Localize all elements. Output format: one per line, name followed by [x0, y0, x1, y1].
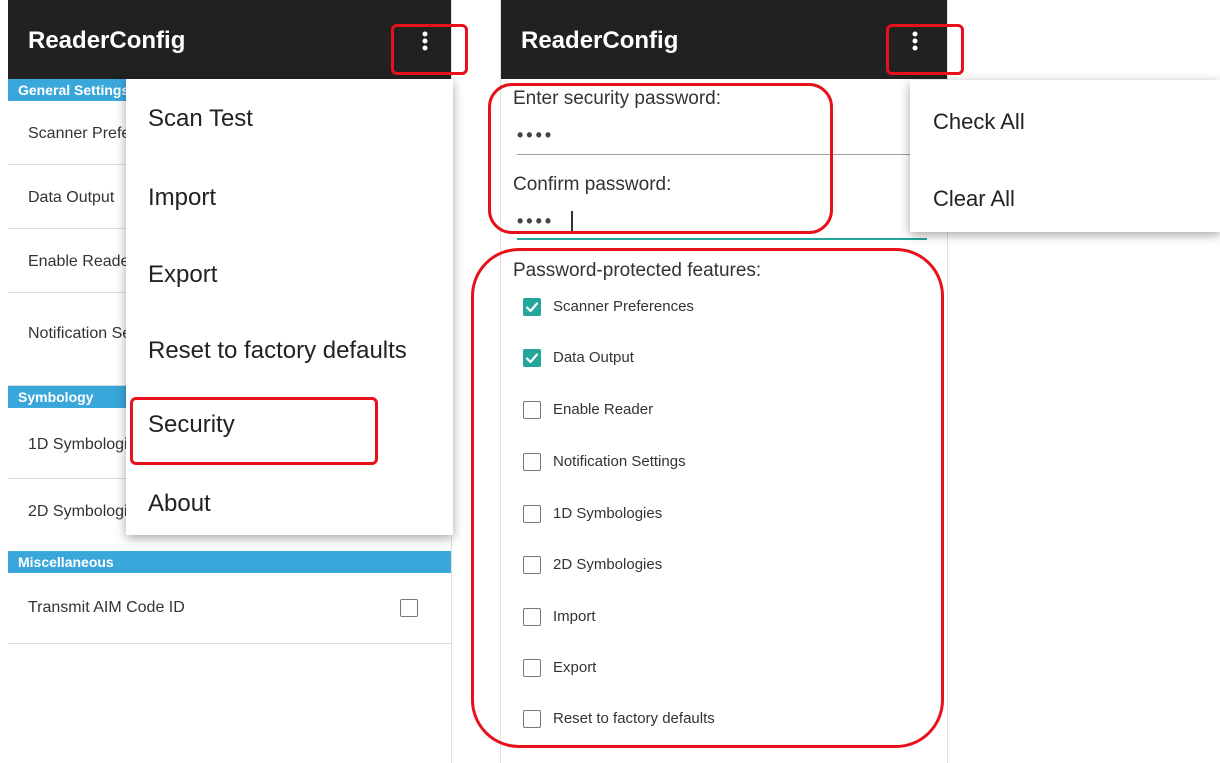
menu-item-security[interactable]: Security: [148, 411, 235, 439]
menu-item-clear-all[interactable]: Clear All: [933, 186, 1015, 212]
check-menu: Check All Clear All: [910, 80, 1220, 232]
row-label: Enable Reader: [28, 253, 135, 270]
password-underline: [517, 154, 927, 155]
menu-item-reset-factory-defaults[interactable]: Reset to factory defaults: [148, 337, 407, 365]
checkbox-unchecked-icon[interactable]: [523, 505, 541, 523]
text-caret: [571, 211, 573, 233]
section-miscellaneous: Miscellaneous: [8, 551, 451, 573]
menu-item-scan-test[interactable]: Scan Test: [148, 105, 253, 133]
checkbox-unchecked-icon[interactable]: [523, 453, 541, 471]
more-vert-icon: [912, 31, 918, 51]
confirm-password-input[interactable]: ••••: [517, 211, 554, 232]
checkbox-unchecked-icon[interactable]: [523, 401, 541, 419]
checkbox-unchecked-icon[interactable]: [523, 659, 541, 677]
security-screen: ReaderConfig Enter security password: ••…: [500, 0, 948, 763]
overflow-menu-button[interactable]: [898, 24, 932, 58]
confirm-password-label: Confirm password:: [513, 174, 672, 195]
feature-label: Data Output: [553, 349, 634, 366]
feature-label: Export: [553, 659, 597, 676]
row-label: Transmit AIM Code ID: [28, 599, 185, 616]
more-vert-icon: [422, 31, 428, 51]
feature-label: Import: [553, 608, 596, 625]
app-title: ReaderConfig: [521, 27, 679, 54]
password-label: Enter security password:: [513, 88, 722, 109]
checkbox-unchecked-icon[interactable]: [523, 710, 541, 728]
feature-label: Reset to factory defaults: [553, 710, 715, 727]
password-input[interactable]: ••••: [517, 125, 554, 146]
overflow-menu-button[interactable]: [408, 24, 442, 58]
menu-item-about[interactable]: About: [148, 490, 211, 518]
feature-label: 1D Symbologies: [553, 505, 663, 522]
app-title: ReaderConfig: [28, 27, 186, 54]
overflow-menu: Scan Test Import Export Reset to factory…: [126, 79, 453, 535]
transmit-aim-checkbox[interactable]: [400, 599, 418, 617]
row-transmit-aim-code-id[interactable]: Transmit AIM Code ID: [8, 573, 451, 644]
checkbox-checked-icon[interactable]: [523, 298, 541, 316]
app-bar: ReaderConfig: [501, 0, 947, 79]
features-label: Password-protected features:: [513, 260, 762, 281]
row-label: Data Output: [28, 189, 115, 206]
checkbox-unchecked-icon[interactable]: [523, 608, 541, 626]
checkbox-checked-icon[interactable]: [523, 349, 541, 367]
feature-label: Enable Reader: [553, 401, 654, 418]
menu-item-check-all[interactable]: Check All: [933, 109, 1025, 135]
feature-label: Scanner Preferences: [553, 298, 694, 315]
confirm-password-underline: [517, 238, 927, 240]
feature-label: 2D Symbologies: [553, 556, 663, 573]
checkbox-unchecked-icon[interactable]: [523, 556, 541, 574]
app-bar: ReaderConfig: [8, 0, 451, 79]
menu-item-import[interactable]: Import: [148, 184, 216, 212]
feature-label: Notification Settings: [553, 453, 686, 470]
menu-item-export[interactable]: Export: [148, 261, 217, 289]
